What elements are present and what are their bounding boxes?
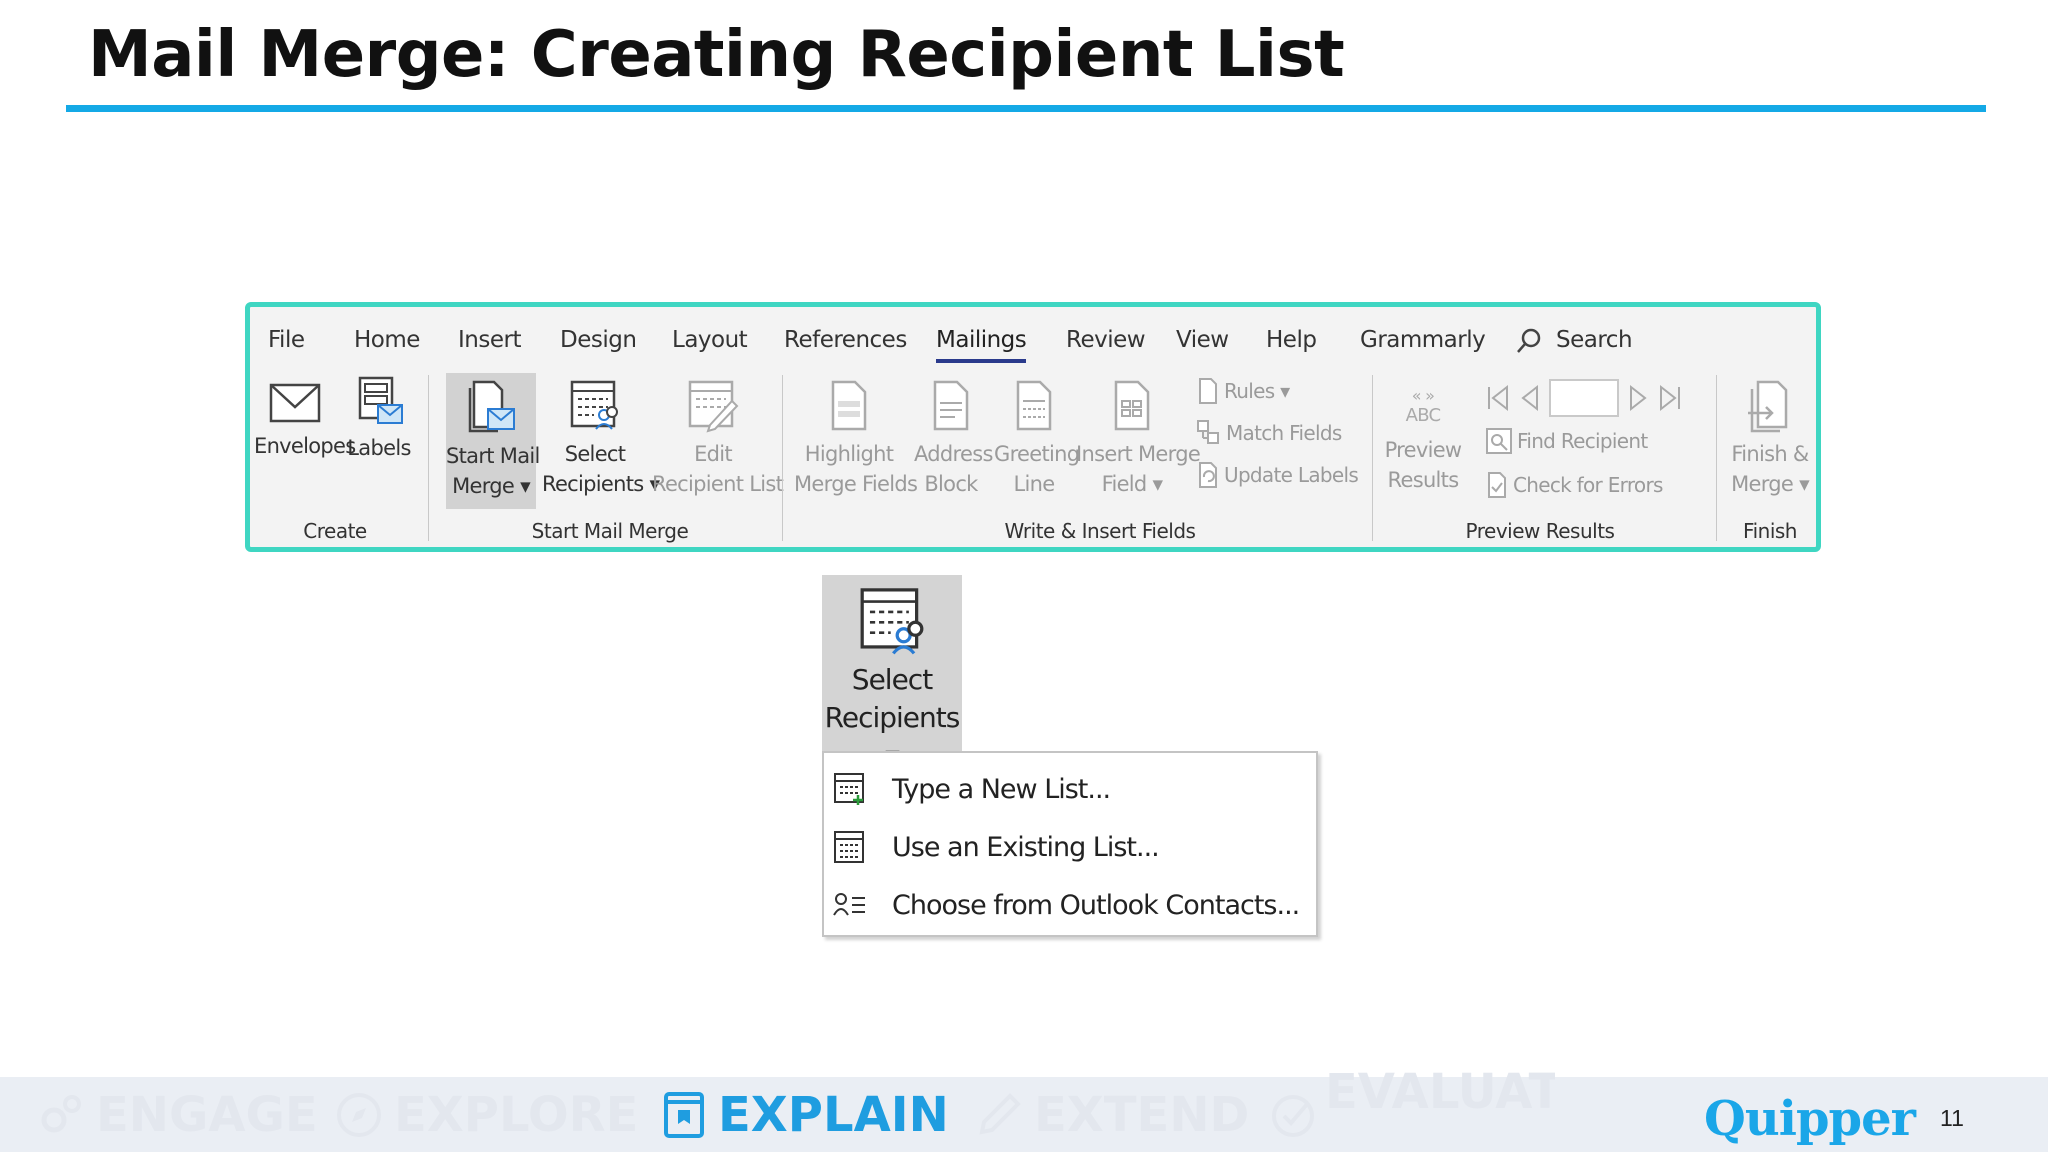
address-block-icon	[933, 380, 969, 431]
highlight-merge-fields-button[interactable]: Highlight Merge Fields	[794, 379, 918, 499]
tab-view[interactable]: View	[1176, 327, 1229, 353]
first-record-icon[interactable]	[1485, 384, 1511, 412]
menu-item-use-existing-list[interactable]: Use an Existing List...	[832, 825, 1160, 869]
match-fields-icon	[1197, 420, 1219, 444]
next-record-icon[interactable]	[1627, 384, 1649, 412]
footer-bar: ENGAGE EXPLORE EXPLAIN EXTEND EVALUATE Q…	[0, 1064, 2048, 1152]
greeting-line-button[interactable]: Greeting Line	[994, 379, 1080, 499]
group-separator	[1372, 375, 1373, 541]
phase-extend: EXTEND	[974, 1087, 1249, 1143]
select-recipients-button[interactable]: Select Recipients ▾	[542, 379, 660, 499]
address-block-button[interactable]: Address Block	[914, 379, 993, 499]
existing-list-icon	[834, 831, 864, 863]
preview-results-button[interactable]: « » ABC Preview Results	[1384, 386, 1463, 495]
tab-help[interactable]: Help	[1266, 327, 1317, 353]
find-recipient-icon	[1486, 428, 1512, 454]
envelopes-button[interactable]: Envelopes	[254, 381, 356, 461]
check-errors-icon	[1488, 472, 1506, 498]
page-number: 11	[1940, 1105, 1964, 1131]
start-mail-merge-button[interactable]: Start Mail Merge ▾	[446, 373, 540, 509]
match-fields-button[interactable]: Match Fields	[1196, 419, 1342, 447]
labels-icon	[358, 376, 403, 424]
find-recipient-button[interactable]: Find Recipient	[1485, 427, 1648, 455]
search-icon[interactable]	[1515, 327, 1543, 355]
group-label-write-insert-fields: Write & Insert Fields	[1004, 519, 1196, 543]
tab-design[interactable]: Design	[560, 327, 637, 353]
select-recipients-zoom-button[interactable]: Select Recipients ▾	[822, 575, 962, 772]
tab-home[interactable]: Home	[354, 327, 420, 353]
rules-button[interactable]: Rules ▾	[1196, 377, 1290, 405]
tab-grammarly[interactable]: Grammarly	[1360, 327, 1486, 353]
edit-recipient-list-button[interactable]: Edit Recipient List	[652, 379, 784, 499]
book-icon	[664, 1092, 704, 1138]
search-label[interactable]: Search	[1556, 327, 1633, 353]
pencil-icon	[979, 1093, 1021, 1135]
last-record-icon[interactable]	[1657, 384, 1683, 412]
update-labels-button[interactable]: Update Labels	[1196, 461, 1359, 489]
compass-icon	[337, 1093, 381, 1137]
tab-layout[interactable]: Layout	[672, 327, 748, 353]
phase-evaluate: EVALUATE	[1325, 1064, 1555, 1120]
finish-merge-button[interactable]: Finish & Merge ▾	[1724, 379, 1816, 499]
greeting-line-icon	[1016, 380, 1052, 431]
quipper-logo: Quipper	[1704, 1091, 1916, 1147]
select-recipients-menu: Type a New List... Use an Existing List.…	[822, 751, 1318, 937]
group-separator	[1716, 375, 1717, 541]
menu-item-outlook-contacts[interactable]: Choose from Outlook Contacts...	[832, 883, 1300, 927]
group-label-create: Create	[303, 519, 367, 543]
rules-icon	[1199, 378, 1217, 404]
labels-button[interactable]: Labels	[342, 375, 416, 463]
group-label-preview-results: Preview Results	[1465, 519, 1615, 543]
title-rule	[66, 105, 1986, 112]
select-recipients-icon	[570, 380, 618, 430]
insert-merge-field-button[interactable]: Insert Merge Field ▾	[1076, 379, 1201, 499]
menu-item-type-new-list[interactable]: Type a New List...	[832, 767, 1111, 811]
word-ribbon: File Home Insert Design Layout Reference…	[245, 302, 1821, 552]
phase-engage: ENGAGE	[36, 1087, 318, 1143]
gears-icon	[41, 1095, 81, 1133]
preview-arrows-icon: « »	[1411, 386, 1435, 405]
group-label-start-mail-merge: Start Mail Merge	[531, 519, 689, 543]
check-circle-icon	[1272, 1095, 1314, 1137]
highlight-fields-icon	[831, 380, 867, 431]
slide-title: Mail Merge: Creating Recipient List	[88, 18, 1345, 92]
group-separator	[428, 375, 429, 541]
tab-file[interactable]: File	[268, 327, 305, 353]
tab-references[interactable]: References	[784, 327, 907, 353]
previous-record-icon[interactable]	[1519, 384, 1541, 412]
ribbon-tabs: File Home Insert Design Layout Reference…	[250, 307, 1816, 373]
tab-mailings[interactable]: Mailings	[936, 327, 1027, 363]
new-list-icon	[834, 773, 864, 805]
check-for-errors-button[interactable]: Check for Errors	[1485, 471, 1663, 499]
tab-insert[interactable]: Insert	[458, 327, 521, 353]
record-navigation	[1485, 379, 1683, 417]
start-mail-merge-icon	[468, 380, 515, 433]
phase-explore: EXPLORE	[334, 1087, 638, 1143]
finish-merge-icon	[1748, 380, 1788, 433]
update-labels-icon	[1199, 462, 1217, 488]
insert-merge-field-icon	[1114, 380, 1150, 431]
edit-list-icon	[688, 380, 739, 433]
select-recipients-icon	[860, 588, 924, 655]
phase-explain: EXPLAIN	[662, 1087, 949, 1143]
tab-review[interactable]: Review	[1066, 327, 1146, 353]
record-number-field[interactable]	[1549, 379, 1619, 417]
group-label-finish: Finish	[1743, 519, 1797, 543]
contacts-icon	[833, 893, 865, 916]
envelope-icon	[269, 383, 321, 423]
group-separator	[782, 375, 783, 541]
